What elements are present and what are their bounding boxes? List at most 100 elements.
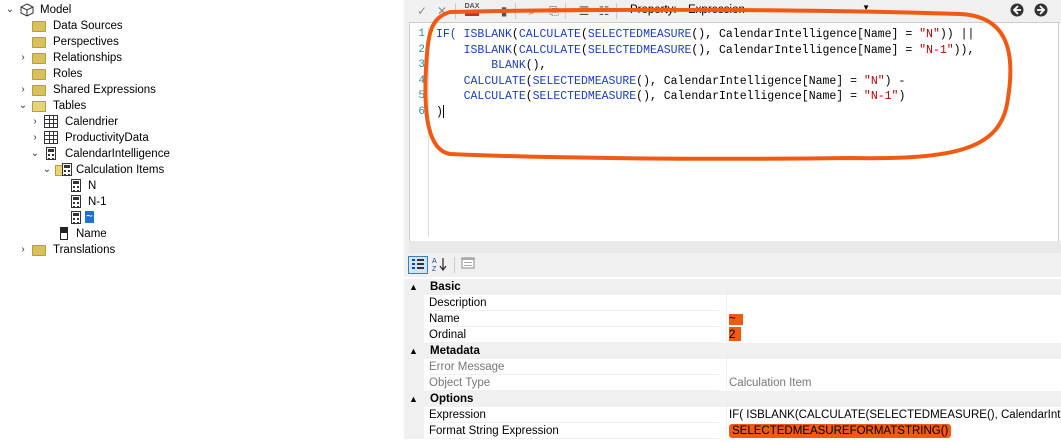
- chevron-right-icon[interactable]: ›: [18, 242, 28, 258]
- line-number-gutter: 1 2 3 4 5 6: [410, 27, 429, 237]
- chevron-down-icon[interactable]: ⌄: [42, 162, 52, 178]
- tree-label: N-1: [88, 196, 107, 208]
- tree-item-shared-expressions[interactable]: › Shared Expressions: [0, 82, 180, 98]
- property-name: Object Type: [429, 375, 719, 391]
- code-token: (),: [525, 59, 547, 72]
- dax-format-button[interactable]: DAX: [461, 3, 483, 19]
- property-grid-toolbar: AZ: [404, 253, 1061, 277]
- chevron-right-icon[interactable]: ›: [18, 82, 28, 98]
- pin-icon[interactable]: ▮: [497, 3, 511, 19]
- code-token: ): [436, 105, 443, 119]
- chevron-down-icon[interactable]: ⌄: [18, 98, 28, 114]
- property-row-expression[interactable]: Expression IF( ISBLANK(CALCULATE(SELECTE…: [404, 407, 1061, 423]
- chevron-down-icon[interactable]: ⌄: [5, 2, 15, 18]
- tree-item-calendar-intelligence[interactable]: ⌄ CalendarIntelligence: [0, 146, 200, 162]
- dax-expression-editor[interactable]: 1 2 3 4 5 6 IF( ISBLANK(CALCULATE(SELECT…: [409, 22, 1059, 242]
- find-icon[interactable]: ⌕: [525, 3, 539, 19]
- cancel-icon[interactable]: ✕: [435, 3, 449, 19]
- category-label: Metadata: [430, 345, 480, 357]
- forward-arrow-icon[interactable]: [1033, 3, 1049, 19]
- tree-item-tables[interactable]: ⌄ Tables: [0, 98, 150, 114]
- tree-item-translations[interactable]: › Translations: [0, 242, 150, 258]
- code-token: CALCULATE: [463, 90, 526, 103]
- category-metadata[interactable]: ▲ Metadata: [404, 343, 1061, 359]
- toolbar-separator: [455, 3, 456, 19]
- folder-icon: [32, 21, 46, 32]
- tree-item-n[interactable]: N: [0, 178, 120, 194]
- code-token: SELECTEDMEASURE: [532, 74, 637, 88]
- tree-item-productivity-data[interactable]: › ProductivityData: [0, 130, 170, 146]
- tree-item-tilde[interactable]: ~: [0, 210, 120, 226]
- tree-item-relationships[interactable]: › Relationships: [0, 50, 150, 66]
- property-row-format-string-expression[interactable]: Format String Expression SELECTEDMEASURE…: [404, 423, 1061, 439]
- line-number: 5: [418, 90, 425, 102]
- chevron-down-icon[interactable]: ⌄: [30, 146, 40, 162]
- property-row-object-type[interactable]: Object Type Calculation Item: [404, 375, 1061, 391]
- property-value-container[interactable]: 2: [726, 327, 1061, 342]
- chevron-right-icon[interactable]: ›: [18, 50, 28, 66]
- property-name: Format String Expression: [429, 423, 719, 439]
- tree-item-model[interactable]: ⌄ Model: [0, 2, 120, 18]
- property-value-container[interactable]: SELECTEDMEASUREFORMATSTRING(): [726, 423, 1061, 438]
- model-tree[interactable]: ⌄ Model Data Sources Perspectives › Rela…: [0, 0, 404, 443]
- code-token: ): [898, 90, 906, 103]
- category-options[interactable]: ▲ Options: [404, 391, 1061, 407]
- property-name: Ordinal: [429, 327, 719, 343]
- comment-icon[interactable]: ☰: [577, 3, 591, 19]
- property-value-container[interactable]: ~: [726, 311, 1061, 326]
- code-token: CALCULATE: [463, 74, 526, 88]
- property-value: ~: [729, 313, 743, 325]
- code-token: "N": [919, 28, 940, 41]
- property-select[interactable]: Expression ▼: [684, 3, 874, 19]
- calculation-item-icon: [71, 179, 81, 192]
- accept-icon[interactable]: ✓: [415, 3, 429, 19]
- row-gutter: [404, 375, 424, 391]
- property-name: Error Message: [429, 359, 719, 375]
- chevron-right-icon[interactable]: ›: [30, 130, 40, 146]
- categorized-view-icon[interactable]: [408, 256, 428, 274]
- code-line-6: ): [436, 104, 444, 121]
- property-value[interactable]: IF( ISBLANK(CALCULATE(SELECTEDMEASURE(),…: [726, 407, 1061, 422]
- replace-icon[interactable]: ⎘: [547, 3, 561, 19]
- code-token: (: [580, 43, 588, 57]
- row-gutter: [404, 295, 424, 311]
- property-grid: ▲ Basic Description Name ~ Ordinal 2 ▲ M…: [404, 279, 1061, 443]
- code-token: ISBLANK: [463, 28, 512, 41]
- tree-label: Calculation Items: [76, 164, 165, 176]
- chevron-right-icon[interactable]: ›: [30, 114, 40, 130]
- svg-text:Z: Z: [432, 266, 437, 272]
- category-basic[interactable]: ▲ Basic: [404, 279, 1061, 295]
- alphabetical-sort-icon[interactable]: AZ: [430, 256, 450, 274]
- property-value[interactable]: [726, 295, 1061, 310]
- tree-label: ProductivityData: [65, 132, 149, 144]
- property-label: Property:: [630, 4, 677, 16]
- collapse-icon[interactable]: ▲: [409, 343, 418, 359]
- property-pages-icon[interactable]: [458, 256, 478, 274]
- column-icon: [60, 227, 68, 240]
- line-number: 2: [418, 43, 425, 56]
- code-token: (), CalendarIntelligence[Name] =: [691, 43, 920, 57]
- tree-label: Name: [76, 228, 107, 240]
- property-row-name[interactable]: Name ~: [404, 311, 1061, 327]
- tree-item-roles[interactable]: Roles: [0, 66, 150, 82]
- tree-item-n-1[interactable]: N-1: [0, 194, 120, 210]
- property-row-description[interactable]: Description: [404, 295, 1061, 311]
- tree-item-perspectives[interactable]: Perspectives: [0, 34, 150, 50]
- tree-item-calculation-items[interactable]: ⌄ Calculation Items: [0, 162, 200, 178]
- collapse-icon[interactable]: ▲: [409, 391, 418, 407]
- property-row-ordinal[interactable]: Ordinal 2: [404, 327, 1061, 343]
- collapse-icon[interactable]: ▲: [409, 279, 418, 295]
- code-line-2: ISBLANK(CALCULATE(SELECTEDMEASURE(), Cal…: [436, 43, 975, 59]
- tree-item-calendrier[interactable]: › Calendrier: [0, 114, 150, 130]
- property-row-error-message[interactable]: Error Message: [404, 359, 1061, 375]
- property-value: SELECTEDMEASUREFORMATSTRING(): [729, 424, 952, 438]
- code-token: SELECTEDMEASURE: [532, 90, 637, 103]
- uncomment-icon[interactable]: ☷: [597, 3, 611, 19]
- code-line-1: IF( ISBLANK(CALCULATE(SELECTEDMEASURE(),…: [436, 27, 974, 43]
- code-token: ) -: [884, 74, 906, 88]
- back-arrow-icon[interactable]: [1009, 3, 1025, 19]
- tree-item-name-column[interactable]: Name: [0, 226, 120, 242]
- tree-label: N: [88, 180, 97, 192]
- horizontal-splitter[interactable]: [409, 241, 1061, 253]
- tree-item-data-sources[interactable]: Data Sources: [0, 18, 150, 34]
